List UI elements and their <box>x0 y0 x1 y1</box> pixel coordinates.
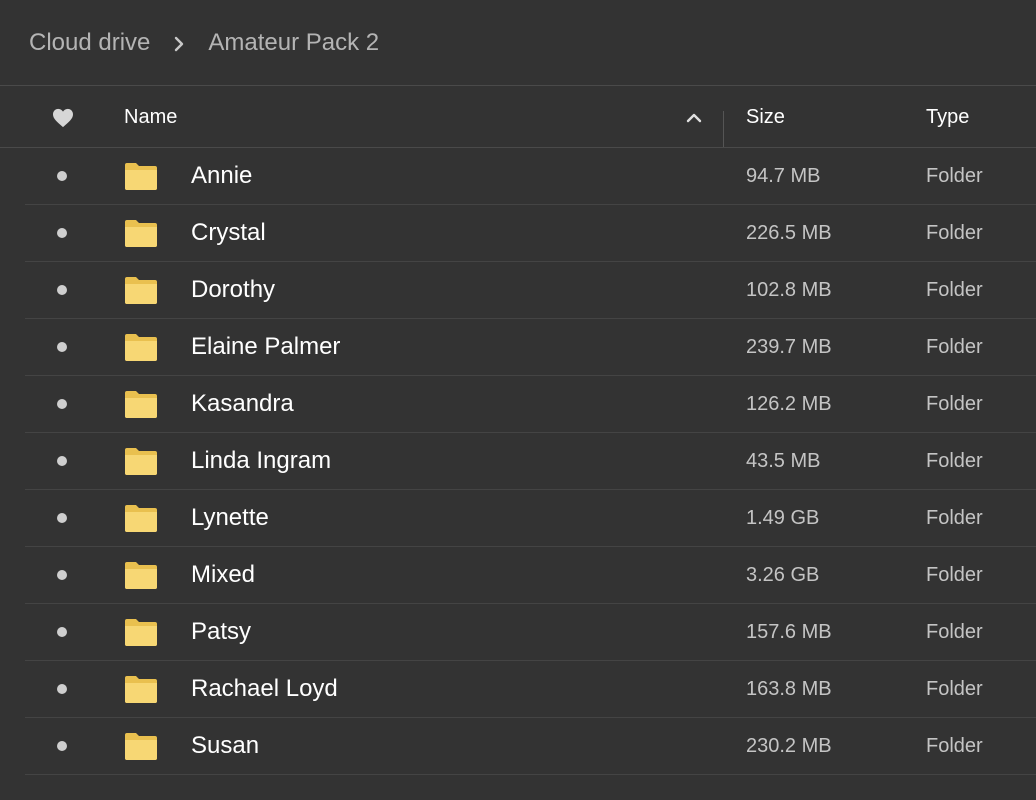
table-row[interactable]: Crystal 226.5 MB Folder <box>25 205 1036 262</box>
bullet-icon <box>52 262 72 318</box>
breadcrumb: Cloud drive Amateur Pack 2 <box>0 0 1036 86</box>
column-header-size[interactable]: Size <box>746 87 785 148</box>
folder-icon <box>124 604 158 660</box>
table-row[interactable]: Lynette 1.49 GB Folder <box>25 490 1036 547</box>
folder-icon <box>124 718 158 774</box>
table-row[interactable]: Linda Ingram 43.5 MB Folder <box>25 433 1036 490</box>
bullet-icon <box>52 661 72 717</box>
table-row[interactable]: Elaine Palmer 239.7 MB Folder <box>25 319 1036 376</box>
bullet-icon <box>52 604 72 660</box>
column-header-type[interactable]: Type <box>926 87 969 148</box>
bullet-icon <box>52 376 72 432</box>
row-name: Dorothy <box>191 276 276 303</box>
row-size: 239.7 MB <box>746 335 832 358</box>
row-name: Susan <box>191 732 260 759</box>
row-size: 126.2 MB <box>746 392 832 415</box>
row-size: 102.8 MB <box>746 278 832 301</box>
row-size: 94.7 MB <box>746 164 821 187</box>
bullet-icon <box>52 148 72 204</box>
folder-icon <box>124 490 158 546</box>
folder-icon <box>124 433 158 489</box>
row-size: 157.6 MB <box>746 620 832 643</box>
table-row[interactable]: Dorothy 102.8 MB Folder <box>25 262 1036 319</box>
row-name: Annie <box>191 162 253 189</box>
row-type: Folder <box>926 164 983 187</box>
row-name: Kasandra <box>191 390 294 417</box>
folder-icon <box>124 661 158 717</box>
heart-icon[interactable] <box>50 87 76 148</box>
row-name: Patsy <box>191 618 252 645</box>
bullet-icon <box>52 547 72 603</box>
folder-icon <box>124 148 158 204</box>
folder-icon <box>124 262 158 318</box>
row-type: Folder <box>926 221 983 244</box>
row-name: Lynette <box>191 504 269 531</box>
row-type: Folder <box>926 392 983 415</box>
bullet-icon <box>52 490 72 546</box>
row-type: Folder <box>926 449 983 472</box>
row-name: Rachael Loyd <box>191 675 338 702</box>
column-resize-handle[interactable] <box>723 111 724 147</box>
row-type: Folder <box>926 620 983 643</box>
row-type: Folder <box>926 734 983 757</box>
row-size: 226.5 MB <box>746 221 832 244</box>
folder-icon <box>124 547 158 603</box>
bullet-icon <box>52 433 72 489</box>
bullet-icon <box>52 319 72 375</box>
table-row[interactable]: Kasandra 126.2 MB Folder <box>25 376 1036 433</box>
bullet-icon <box>52 205 72 261</box>
breadcrumb-root[interactable]: Cloud drive <box>29 29 150 57</box>
row-type: Folder <box>926 563 983 586</box>
row-size: 3.26 GB <box>746 563 820 586</box>
row-type: Folder <box>926 278 983 301</box>
row-name: Linda Ingram <box>191 447 332 474</box>
chevron-up-icon[interactable] <box>684 87 704 148</box>
row-name: Elaine Palmer <box>191 333 341 360</box>
table-row[interactable]: Rachael Loyd 163.8 MB Folder <box>25 661 1036 718</box>
row-size: 163.8 MB <box>746 677 832 700</box>
table-row[interactable]: Patsy 157.6 MB Folder <box>25 604 1036 661</box>
breadcrumb-current[interactable]: Amateur Pack 2 <box>208 29 379 57</box>
table-row[interactable]: Mixed 3.26 GB Folder <box>25 547 1036 604</box>
table-row[interactable]: Susan 230.2 MB Folder <box>25 718 1036 775</box>
row-type: Folder <box>926 335 983 358</box>
row-name: Crystal <box>191 219 266 246</box>
row-size: 1.49 GB <box>746 506 820 529</box>
table-row[interactable]: Annie 94.7 MB Folder <box>25 148 1036 205</box>
file-list: Annie 94.7 MB Folder Crystal 226.5 MB Fo… <box>0 148 1036 775</box>
folder-icon <box>124 205 158 261</box>
table-header: Name Size Type <box>0 87 1036 148</box>
row-type: Folder <box>926 506 983 529</box>
folder-icon <box>124 376 158 432</box>
row-name: Mixed <box>191 561 256 588</box>
chevron-right-icon <box>150 30 208 56</box>
row-size: 43.5 MB <box>746 449 821 472</box>
column-header-name[interactable]: Name <box>124 87 177 148</box>
row-type: Folder <box>926 677 983 700</box>
folder-icon <box>124 319 158 375</box>
bullet-icon <box>52 718 72 774</box>
row-size: 230.2 MB <box>746 734 832 757</box>
